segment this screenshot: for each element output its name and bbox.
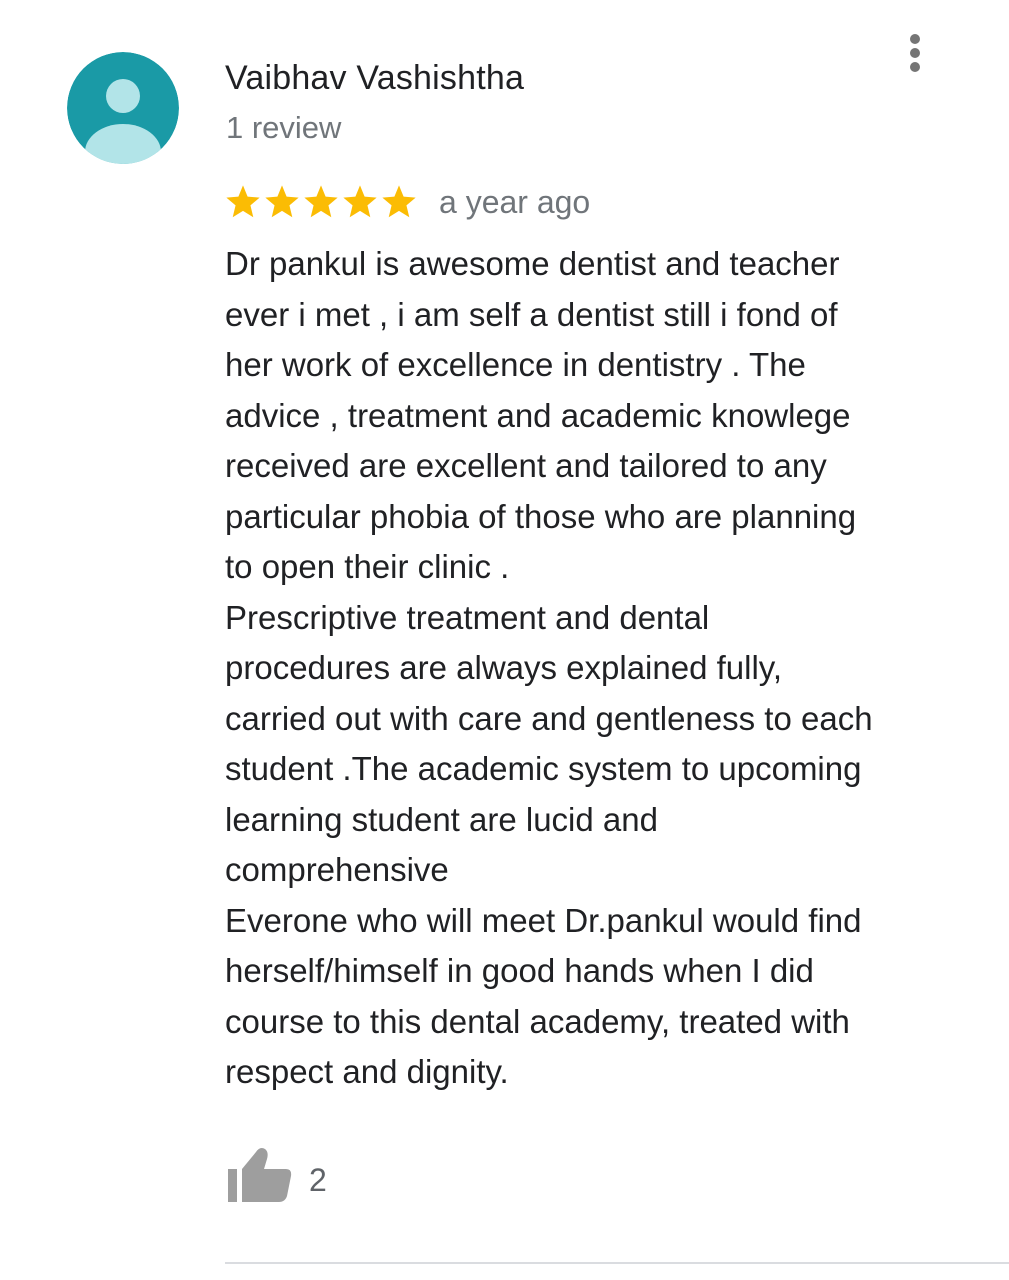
review-text-line: comprehensive [225, 851, 449, 888]
review-text: Dr pankul is awesome dentist and teacher… [225, 239, 965, 1098]
review-text-line: course to this dental academy, treated w… [225, 1002, 850, 1040]
review-text-line: Prescriptive treatment and dental [225, 598, 710, 636]
star-rating [224, 182, 418, 222]
review-text-line: to open their clinic . [225, 548, 510, 585]
review-text-line: advice , treatment and academic knowlege [225, 396, 851, 434]
star-icon [224, 183, 262, 221]
review-text-line: herself/himself in good hands when I did [225, 952, 814, 989]
avatar[interactable] [67, 52, 179, 164]
divider [225, 1262, 1009, 1264]
review-text-line: received are excellent and tailored to a… [225, 447, 827, 484]
review-text-line: Everone who will meet Dr.pankul would fi… [225, 901, 862, 939]
default-avatar-icon [67, 52, 179, 164]
review-text-line: particular phobia of those who are plann… [225, 497, 857, 535]
star-icon [380, 183, 418, 221]
review-text-line: carried out with care and gentleness to … [225, 699, 873, 737]
review-text-line: procedures are always explained fully, [225, 649, 783, 686]
more-options-button[interactable] [895, 30, 935, 76]
review-text-line: her work of excellence in dentistry . Th… [225, 346, 806, 383]
review-timestamp: a year ago [439, 184, 591, 220]
review-text-line: ever i met , i am self a dentist still i… [225, 295, 838, 333]
reviewer-name[interactable]: Vaibhav Vashishtha [225, 56, 524, 100]
like-button[interactable] [226, 1144, 294, 1204]
review-text-line: learning student are lucid and [225, 800, 658, 838]
reviewer-review-count: 1 review [226, 110, 342, 145]
star-icon [341, 183, 379, 221]
star-icon [302, 183, 340, 221]
thumbs-up-icon [228, 1148, 292, 1202]
star-icon [263, 183, 301, 221]
review-text-line: student .The academic system to upcoming [225, 750, 862, 787]
review-text-line: Dr pankul is awesome dentist and teacher [225, 245, 840, 282]
like-count: 2 [309, 1162, 327, 1198]
more-vertical-icon [910, 34, 920, 72]
review-text-line: respect and dignity. [225, 1053, 509, 1090]
